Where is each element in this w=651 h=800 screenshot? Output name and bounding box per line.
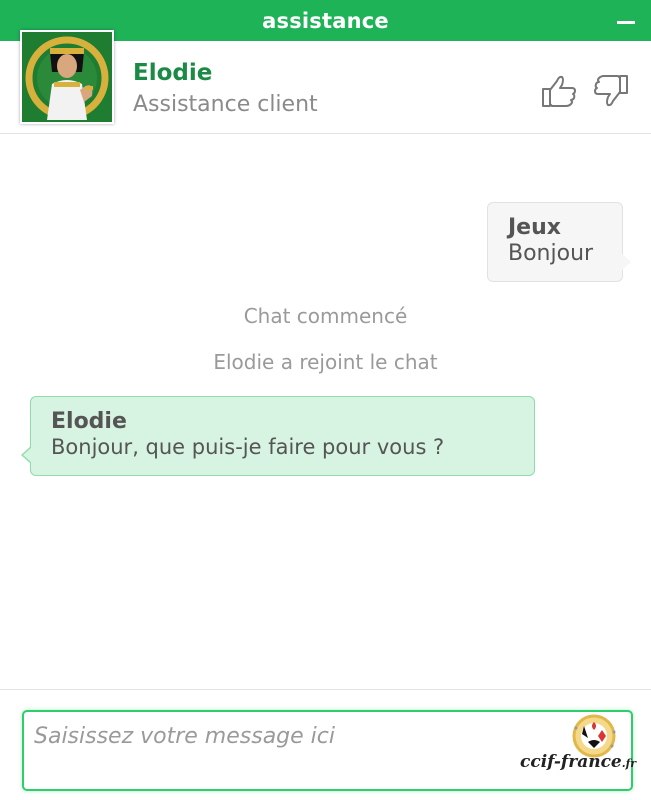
agent-name: Elodie	[133, 60, 213, 86]
window-title: assistance	[262, 8, 389, 33]
message-text: Bonjour, que puis-je faire pour vous ?	[51, 435, 445, 459]
message-input[interactable]	[34, 724, 504, 779]
minimize-button[interactable]	[613, 9, 639, 31]
agent-role: Assistance client	[133, 92, 318, 117]
thumbs-up-button[interactable]	[540, 73, 578, 109]
agent-avatar	[20, 30, 114, 124]
thumbs-down-icon	[594, 75, 628, 107]
message-text: Bonjour	[508, 241, 594, 266]
system-message-chat-started: Chat commencé	[243, 304, 408, 328]
message-sender: Elodie	[51, 409, 127, 434]
watermark-name: ccif-france	[520, 752, 622, 772]
user-message-bubble: Jeux Bonjour	[487, 202, 631, 282]
watermark-suffix: .fr	[621, 757, 637, 770]
thumbs-down-button[interactable]	[592, 73, 630, 109]
avatar-illustration	[22, 32, 112, 122]
thumbs-up-icon	[542, 75, 576, 107]
agent-message-bubble: Elodie Bonjour, que puis-je faire pour v…	[21, 396, 535, 476]
system-message-agent-joined: Elodie a rejoint le chat	[213, 350, 438, 374]
ccif-france-watermark: ccif-france.fr	[520, 752, 636, 772]
minimize-icon	[617, 20, 635, 24]
message-sender: Jeux	[508, 215, 561, 240]
